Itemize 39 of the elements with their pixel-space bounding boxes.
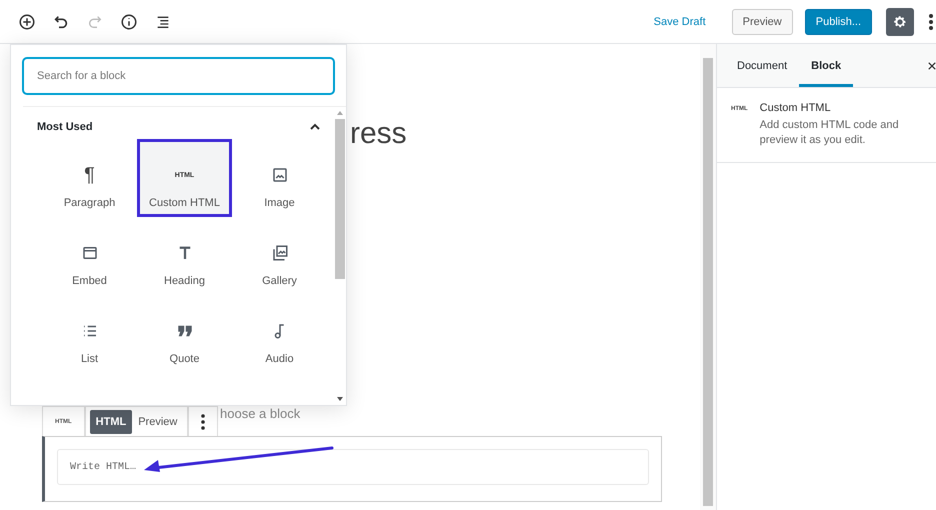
search-field[interactable]: Search for a block	[23, 58, 334, 94]
info-icon	[120, 12, 138, 30]
block-appender-text: hoose a block	[220, 406, 300, 421]
block-mode-tab[interactable]: Preview	[132, 410, 184, 434]
scrollbar[interactable]	[700, 44, 716, 510]
block-type-item[interactable]: Gallery	[232, 217, 327, 295]
block-mode-tab[interactable]: HTML	[90, 410, 132, 434]
image-icon	[270, 166, 288, 184]
block-type-item[interactable]: Quote	[137, 295, 232, 373]
section-toggle[interactable]: Most Used	[23, 115, 334, 139]
gallery-icon	[270, 244, 288, 262]
post-title: ress	[350, 116, 407, 152]
add-icon	[18, 12, 36, 30]
outline-icon	[155, 14, 171, 30]
block-type-item[interactable]: Image	[232, 139, 327, 217]
sidebar-tab[interactable]: Block	[799, 44, 854, 87]
block-type-item[interactable]: ¶ Paragraph	[42, 139, 137, 217]
more-icon	[929, 14, 933, 30]
undo-icon	[53, 14, 69, 30]
chevron-icon	[310, 123, 320, 131]
html-input-field[interactable]: Write HTML…	[57, 449, 649, 485]
window-icon	[80, 244, 98, 262]
block-title: Custom HTML	[760, 102, 832, 114]
block-description: Add custom HTML code and preview it as you edit.	[760, 118, 900, 148]
gear-icon	[892, 14, 908, 30]
sidebar-tab[interactable]: Document	[725, 44, 800, 87]
close-icon	[928, 60, 936, 70]
block-type-item[interactable]: Heading	[137, 217, 232, 295]
redo-icon	[87, 14, 103, 30]
pilcrow-icon: ¶	[84, 166, 95, 184]
block-type-item[interactable]: Embed	[42, 217, 137, 295]
save-draft-link[interactable]: Save Draft	[654, 16, 720, 28]
preview-button[interactable]: Preview	[732, 8, 793, 34]
more-icon	[201, 414, 206, 430]
scroll-down-icon[interactable]	[337, 397, 343, 401]
block-type-item[interactable]: List	[42, 295, 137, 373]
publish-button[interactable]: Publish...	[804, 8, 872, 34]
block-type-item[interactable]: Audio	[232, 295, 327, 373]
settings-button[interactable]	[886, 8, 914, 36]
